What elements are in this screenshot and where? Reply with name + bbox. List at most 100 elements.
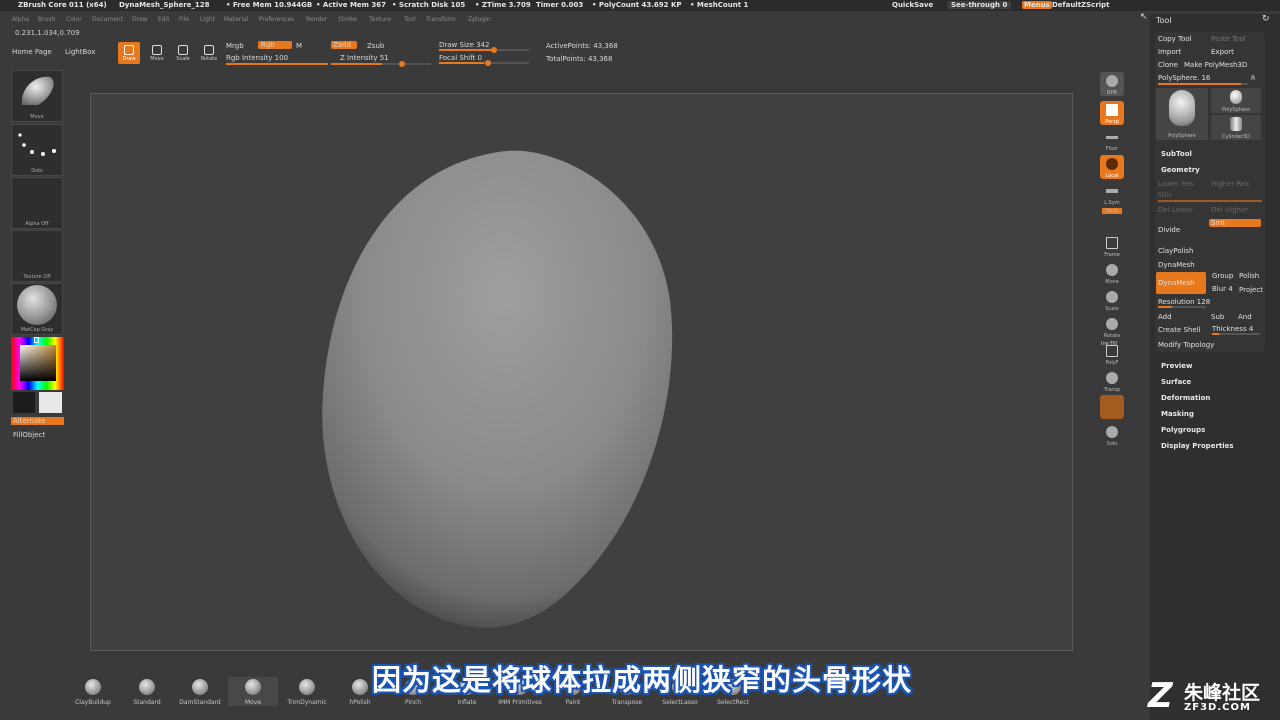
menu-material[interactable]: Material [224, 16, 248, 23]
menu-document[interactable]: Document [92, 16, 123, 23]
brush-selector[interactable]: Move [11, 70, 63, 122]
geometry-section[interactable]: Geometry [1161, 166, 1200, 174]
cylinder-thumbnail[interactable]: Cylinder3D [1211, 115, 1261, 140]
focal-shift-slider[interactable] [439, 60, 529, 66]
secondary-color-swatch[interactable] [39, 392, 62, 413]
divide-button[interactable]: Divide [1158, 226, 1180, 234]
smt-toggle[interactable]: Smt [1209, 219, 1261, 227]
solo-button[interactable]: Solo [1100, 423, 1124, 447]
draw-size-slider[interactable] [439, 47, 529, 53]
blur-slider-label[interactable]: Blur 4 [1212, 285, 1233, 293]
menu-color[interactable]: Color [66, 16, 82, 23]
del-lower-button[interactable]: Del Lower [1158, 206, 1193, 214]
quicksave-button[interactable]: QuickSave [892, 1, 933, 9]
brush-damstandard[interactable]: DamStandard [175, 677, 225, 706]
stroke-selector[interactable]: Dots [11, 124, 63, 176]
draw-mode-button[interactable]: Draw [118, 42, 140, 64]
group-toggle[interactable]: Group [1212, 272, 1233, 280]
thickness-slider[interactable] [1212, 333, 1260, 335]
move-mode-button[interactable]: Move [146, 42, 168, 64]
menu-draw[interactable]: Draw [132, 16, 148, 23]
menu-alpha[interactable]: Alpha [12, 16, 29, 23]
bpr-button[interactable]: BPR [1100, 72, 1124, 96]
move-view-button[interactable]: Move [1100, 261, 1124, 285]
main-color-swatch[interactable] [13, 392, 35, 413]
frame-button[interactable]: Frame [1100, 234, 1124, 258]
menu-stroke[interactable]: Stroke [338, 16, 357, 23]
dynamesh-section[interactable]: DynaMesh [1158, 261, 1195, 269]
texture-selector[interactable]: Texture Off [11, 230, 63, 282]
ghost-button[interactable] [1100, 395, 1124, 419]
resolution-slider[interactable] [1158, 306, 1206, 308]
r-button[interactable]: R [1251, 75, 1255, 82]
qxyz-button[interactable]: Qxyz [1100, 205, 1124, 227]
paste-tool-button[interactable]: Paste Tool [1211, 35, 1246, 43]
add-button[interactable]: Add [1158, 313, 1172, 321]
panel-refresh-icon[interactable]: ↻ [1262, 14, 1270, 24]
panel-pin-icon[interactable]: ↖ [1140, 12, 1148, 22]
clone-button[interactable]: Clone [1158, 61, 1178, 69]
viewport-canvas[interactable] [90, 93, 1073, 651]
higher-res-button[interactable]: Higher Res [1211, 180, 1249, 188]
import-button[interactable]: Import [1158, 48, 1181, 56]
dynamesh-button[interactable]: DynaMesh [1156, 272, 1206, 294]
menu-render[interactable]: Render [306, 16, 327, 23]
menu-file[interactable]: File [179, 16, 189, 23]
menus-button[interactable]: Menus [1022, 1, 1052, 9]
material-selector[interactable]: MatCap Gray [11, 283, 63, 335]
polysphere-slider[interactable] [1158, 83, 1248, 85]
color-picker[interactable] [11, 337, 64, 390]
home-page-button[interactable]: Home Page [12, 48, 52, 56]
fillobject-button[interactable]: FillObject [13, 431, 45, 439]
deformation-section[interactable]: Deformation [1161, 394, 1210, 402]
lower-res-button[interactable]: Lower Res [1158, 180, 1194, 188]
zsub-button[interactable]: Zsub [367, 42, 384, 50]
menu-light[interactable]: Light [200, 16, 215, 23]
del-higher-button[interactable]: Del Higher [1211, 206, 1248, 214]
z-intensity-slider[interactable] [331, 61, 431, 67]
and-button[interactable]: And [1238, 313, 1252, 321]
polyf-button[interactable]: PolyF [1100, 342, 1124, 366]
default-zscript[interactable]: DefaultZScript [1052, 1, 1110, 9]
polish-toggle[interactable]: Polish [1239, 272, 1259, 280]
polygroups-section[interactable]: Polygroups [1161, 426, 1205, 434]
see-through-slider[interactable]: See-through 0 [947, 1, 1012, 9]
sub-button[interactable]: Sub [1211, 313, 1224, 321]
color-square[interactable] [20, 345, 56, 381]
rotate-mode-button[interactable]: Rotate [198, 42, 220, 64]
lightbox-button[interactable]: LightBox [65, 48, 95, 56]
local-button[interactable]: Local [1100, 155, 1124, 179]
surface-section[interactable]: Surface [1161, 378, 1191, 386]
make-polymesh-button[interactable]: Make PolyMesh3D [1184, 61, 1247, 69]
alpha-selector[interactable]: Alpha Off [11, 177, 63, 229]
brush-move[interactable]: Move [228, 677, 278, 706]
egg-mesh[interactable] [91, 94, 1074, 652]
zadd-button[interactable]: Zadd [331, 41, 357, 49]
rotate-view-button[interactable]: Rotate [1100, 315, 1124, 339]
current-tool-thumbnail[interactable]: PolySphere [1156, 88, 1208, 140]
scale-view-button[interactable]: Scale [1100, 288, 1124, 312]
brush-trimdynamic[interactable]: TrimDynamic [282, 677, 332, 706]
brush-standard[interactable]: Standard [122, 677, 172, 706]
alternate-button[interactable]: Alternate [11, 417, 64, 425]
hue-marker[interactable] [34, 337, 39, 343]
rgb-button[interactable]: Rgb [258, 41, 292, 49]
polysphere-thumbnail[interactable]: PolySphere [1211, 88, 1261, 113]
copy-tool-button[interactable]: Copy Tool [1158, 35, 1192, 43]
modify-topology-section[interactable]: Modify Topology [1158, 341, 1214, 349]
claypolish-section[interactable]: ClayPolish [1158, 247, 1194, 255]
masking-section[interactable]: Masking [1161, 410, 1194, 418]
project-toggle[interactable]: Project [1239, 286, 1263, 294]
transp-button[interactable]: Transp [1100, 369, 1124, 393]
mrgb-button[interactable]: Mrgb [226, 42, 244, 50]
menu-transform[interactable]: Transform [426, 16, 456, 23]
menu-tool[interactable]: Tool [404, 16, 416, 23]
menu-brush[interactable]: Brush [38, 16, 55, 23]
scale-mode-button[interactable]: Scale [172, 42, 194, 64]
lsym-button[interactable]: L.Sym [1100, 182, 1124, 206]
create-shell-button[interactable]: Create Shell [1158, 326, 1201, 334]
persp-button[interactable]: Persp [1100, 101, 1124, 125]
menu-zplugin[interactable]: Zplugin [468, 16, 491, 23]
preview-section[interactable]: Preview [1161, 362, 1193, 370]
rgb-intensity-slider[interactable] [226, 63, 328, 65]
